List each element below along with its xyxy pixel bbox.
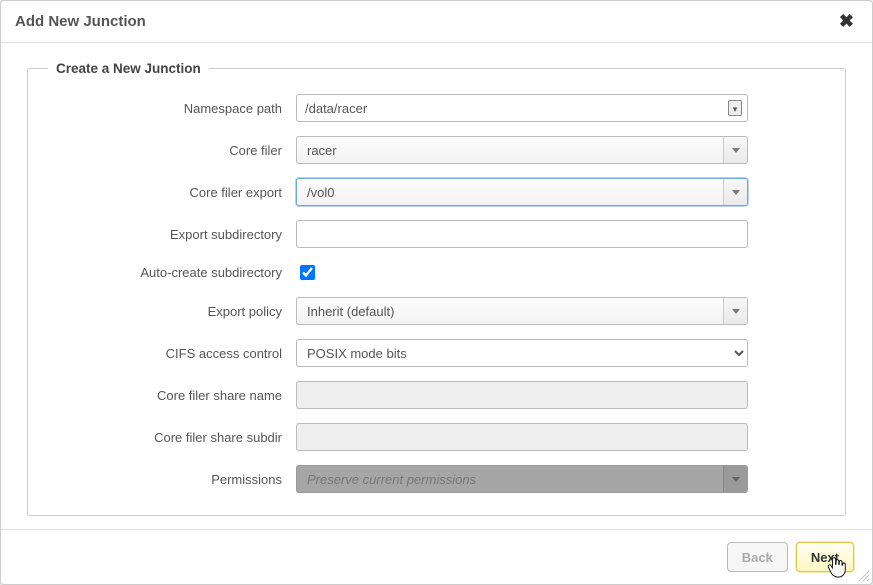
label-auto-create-subdir: Auto-create subdirectory [48,265,296,280]
row-auto-create-subdir: Auto-create subdirectory [48,262,825,283]
dialog-footer: Back Next [1,529,872,584]
close-button[interactable]: ✖ [835,11,858,32]
row-core-filer: Core filer racer [48,136,825,164]
label-namespace-path: Namespace path [48,101,296,116]
row-core-filer-share-subdir: Core filer share subdir [48,423,825,451]
next-button[interactable]: Next [796,542,854,572]
label-cifs-access-control: CIFS access control [48,346,296,361]
permissions-value: Preserve current permissions [307,472,476,487]
core-filer-share-subdir-input [296,423,748,451]
dialog-title: Add New Junction [15,13,146,30]
core-filer-select[interactable]: racer [296,136,748,164]
row-export-policy: Export policy Inherit (default) [48,297,825,325]
label-permissions: Permissions [48,472,296,487]
row-namespace-path: Namespace path ▾ [48,94,825,122]
row-export-subdir: Export subdirectory [48,220,825,248]
permissions-select: Preserve current permissions [296,465,748,493]
label-export-policy: Export policy [48,304,296,319]
chevron-down-icon [723,466,747,492]
close-icon: ✖ [839,11,854,31]
label-export-subdir: Export subdirectory [48,227,296,242]
create-junction-fieldset: Create a New Junction Namespace path ▾ C… [27,61,846,516]
chevron-down-icon [723,137,747,163]
dialog-body: Create a New Junction Namespace path ▾ C… [1,43,872,529]
label-core-filer-share-subdir: Core filer share subdir [48,430,296,445]
core-filer-export-select[interactable]: /vol0 [296,178,748,206]
resize-grip-icon [856,568,870,582]
chevron-down-icon [723,298,747,324]
dialog-header: Add New Junction ✖ [1,1,872,43]
namespace-path-input[interactable] [296,94,748,122]
core-filer-export-value: /vol0 [307,185,334,200]
add-junction-dialog: Add New Junction ✖ Create a New Junction… [0,0,873,585]
cifs-access-control-select[interactable]: POSIX mode bits [296,339,748,367]
chevron-down-icon [723,179,747,205]
row-core-filer-export: Core filer export /vol0 [48,178,825,206]
row-core-filer-share-name: Core filer share name [48,381,825,409]
row-permissions: Permissions Preserve current permissions [48,465,825,493]
export-subdir-input[interactable] [296,220,748,248]
label-core-filer-share-name: Core filer share name [48,388,296,403]
auto-create-subdir-checkbox[interactable] [300,265,315,280]
core-filer-share-name-input [296,381,748,409]
label-core-filer: Core filer [48,143,296,158]
export-policy-value: Inherit (default) [307,304,394,319]
fieldset-legend: Create a New Junction [48,61,209,76]
back-button: Back [727,542,788,572]
label-core-filer-export: Core filer export [48,185,296,200]
row-cifs-access-control: CIFS access control POSIX mode bits [48,339,825,367]
export-policy-select[interactable]: Inherit (default) [296,297,748,325]
core-filer-value: racer [307,143,337,158]
